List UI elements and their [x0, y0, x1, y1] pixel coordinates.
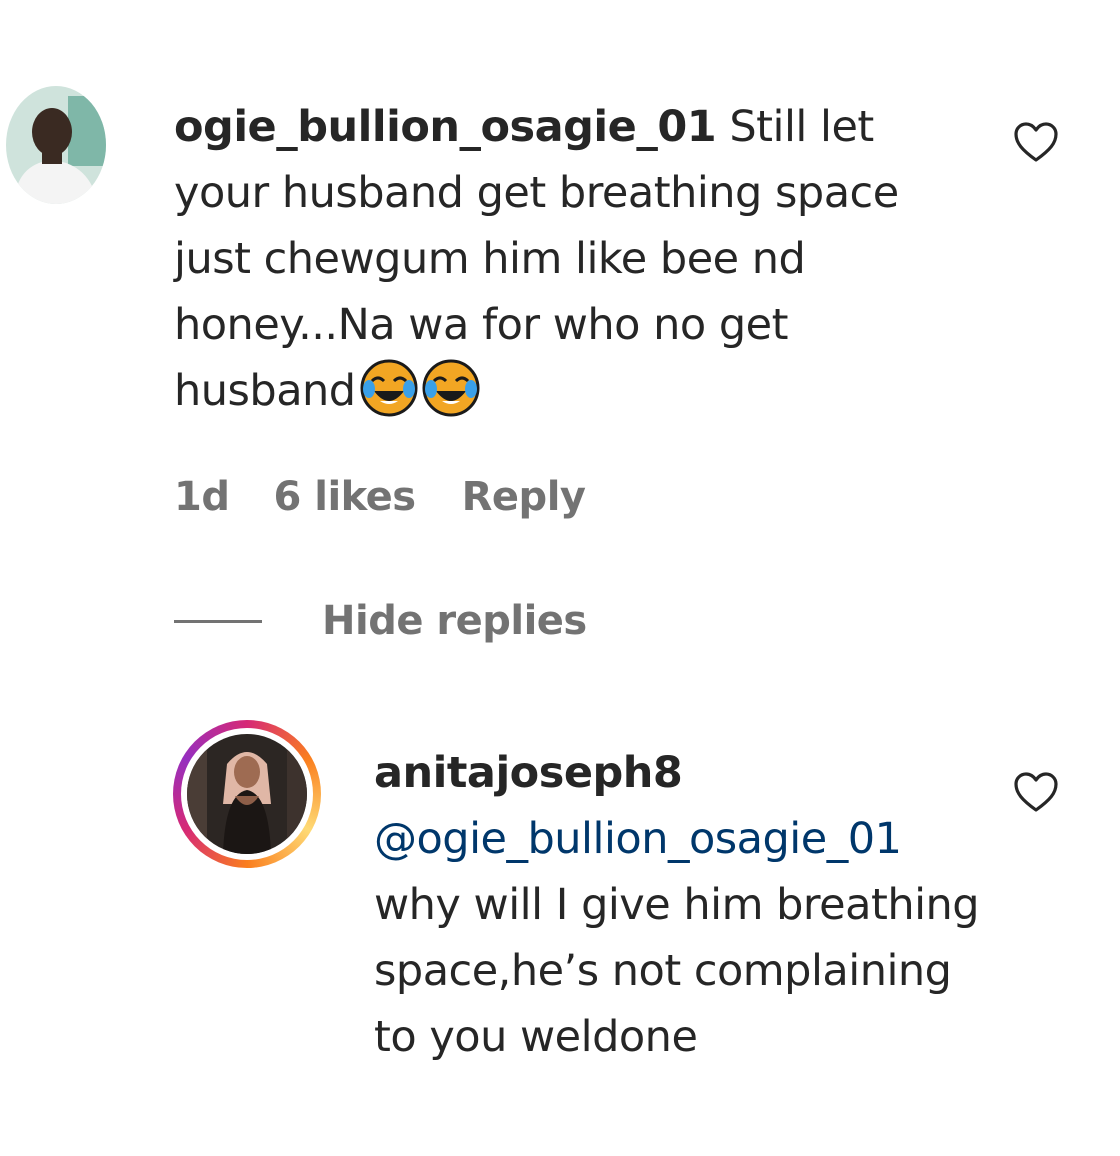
reply-body: anitajoseph8 @ogie_bullion_osagie_01 why… [374, 740, 994, 1070]
divider-line [174, 619, 262, 623]
like-comment-heart-icon[interactable] [1012, 120, 1060, 164]
avatar-ogie-bullion[interactable] [6, 86, 106, 204]
comment-username[interactable]: ogie_bullion_osagie_01 [174, 102, 717, 152]
like-reply-heart-icon[interactable] [1012, 770, 1060, 814]
comment-body: ogie_bullion_osagie_01 Still let your hu… [174, 94, 954, 424]
face-with-tears-of-joy-icon [360, 359, 418, 417]
avatar-anitajoseph8[interactable] [173, 720, 321, 868]
comment-time: 1d [174, 474, 230, 520]
comment-meta: 1d 6 likes Reply [174, 474, 586, 520]
reply-text: why will I give him breathing space,he’s… [374, 880, 980, 1062]
comment-likes-count[interactable]: 6 likes [273, 474, 416, 520]
reply-username[interactable]: anitajoseph8 [374, 740, 994, 806]
face-with-tears-of-joy-icon [422, 359, 480, 417]
hide-replies-button[interactable]: Hide replies [174, 598, 587, 644]
reply-mention-link[interactable]: @ogie_bullion_osagie_01 [374, 806, 994, 872]
reply-button[interactable]: Reply [462, 474, 586, 520]
hide-replies-label: Hide replies [322, 598, 587, 644]
avatar-photo-icon [6, 86, 106, 204]
avatar-photo-icon [187, 734, 307, 854]
